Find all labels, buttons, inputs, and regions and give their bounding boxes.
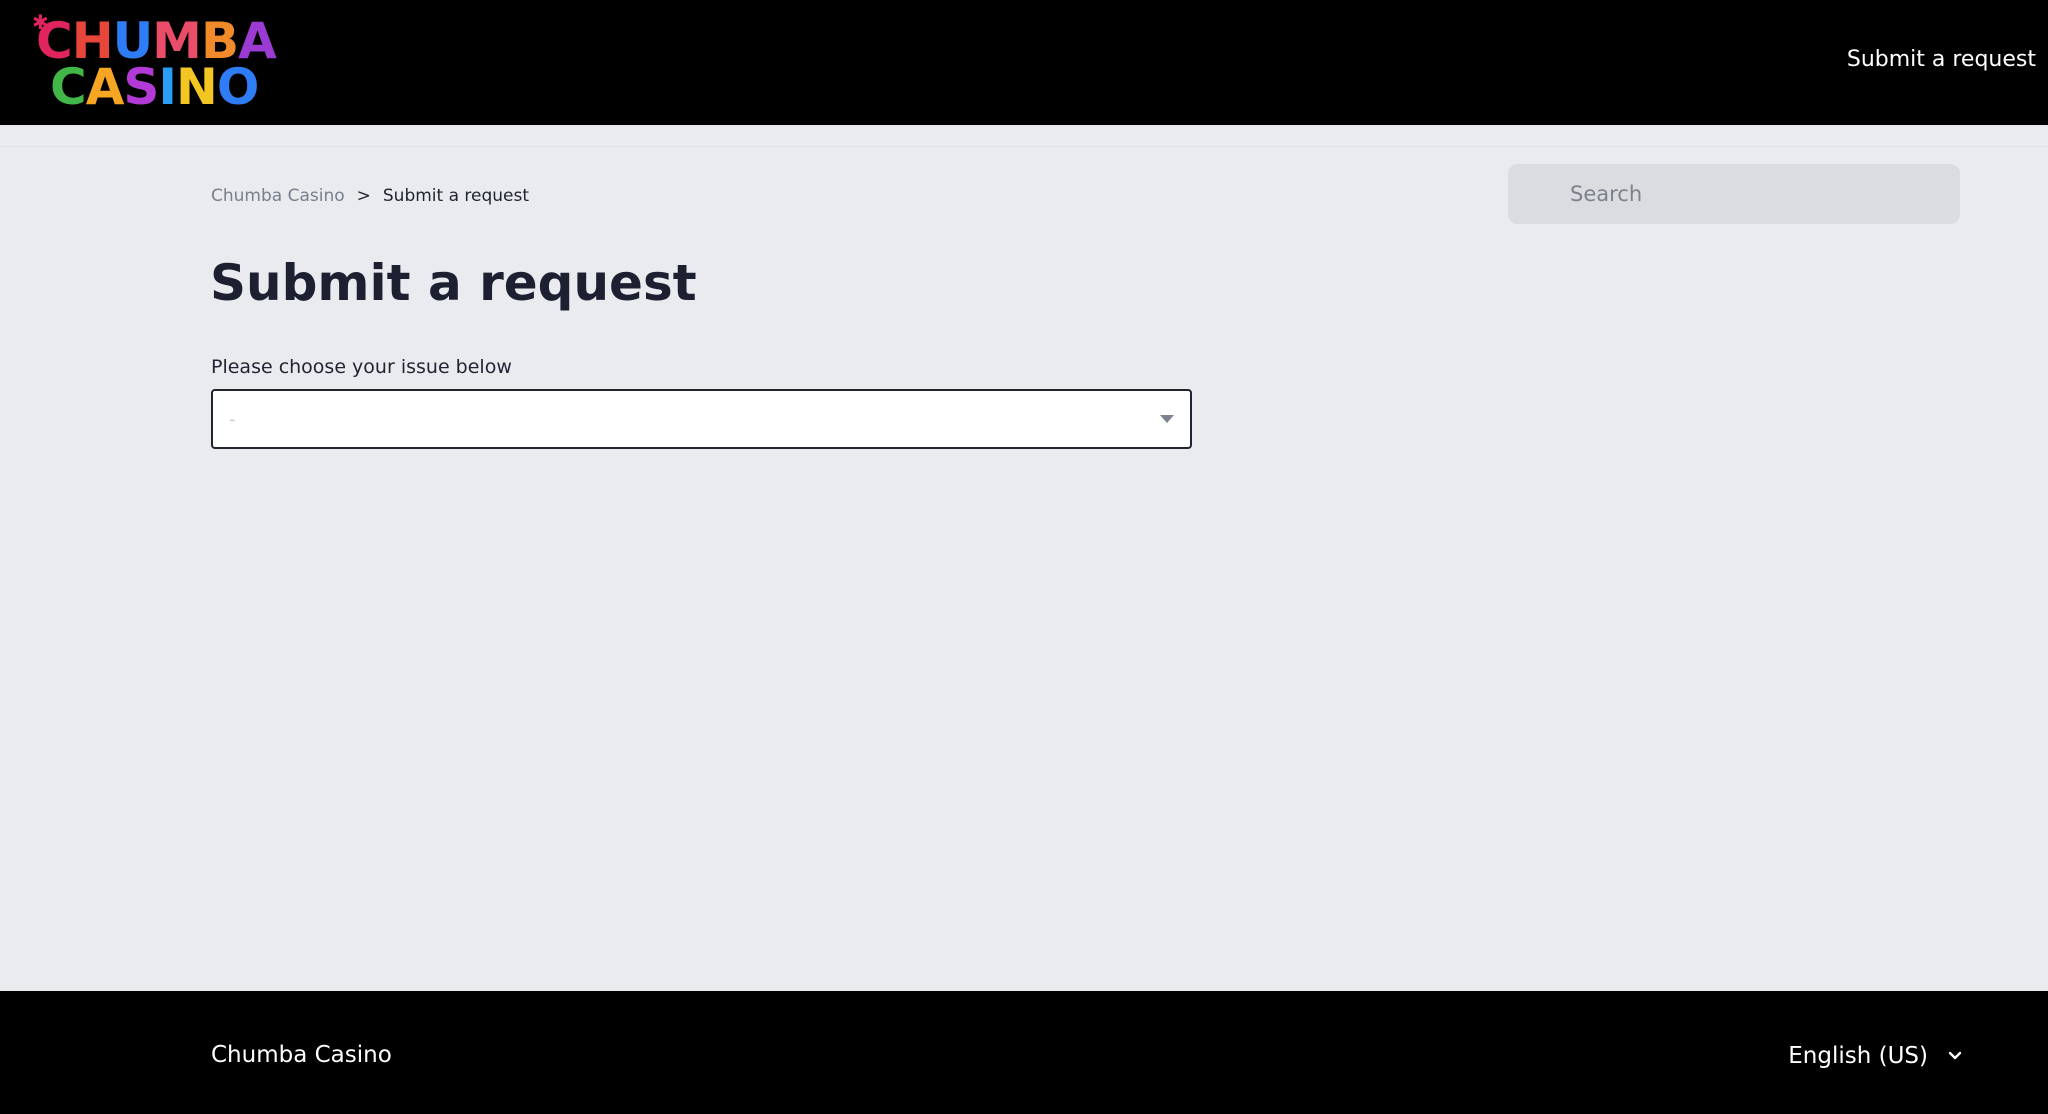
breadcrumb: Chumba Casino > Submit a request <box>211 184 529 208</box>
language-label[interactable]: English (US) <box>1788 1040 1928 1072</box>
footer-brand: Chumba Casino <box>211 1042 392 1068</box>
page-title: Submit a request <box>210 254 697 312</box>
header-submit-request-link[interactable]: Submit a request <box>1847 44 2036 76</box>
issue-select-value: - <box>229 409 236 430</box>
logo-line-2-letter-4: N <box>176 58 218 116</box>
logo-line-2-letter-5: O <box>216 58 260 116</box>
breadcrumb-current: Submit a request <box>382 186 530 206</box>
chumba-casino-logo[interactable]: ✱ CHUMBA CASINO <box>32 12 277 112</box>
divider <box>0 146 2048 147</box>
chevron-down-icon[interactable] <box>1948 1049 1962 1063</box>
site-header: ✱ CHUMBA CASINO Submit a request <box>0 0 2048 125</box>
breadcrumb-separator: > <box>356 186 371 206</box>
logo-line-2: CASINO <box>50 62 259 112</box>
logo-line-2-letter-2: S <box>123 58 159 116</box>
issue-select-label: Please choose your issue below <box>211 356 512 378</box>
caret-down-icon <box>1160 415 1174 423</box>
logo-line-2-letter-1: A <box>85 58 125 116</box>
issue-select[interactable]: - <box>211 389 1192 449</box>
search-box[interactable] <box>1508 164 1960 224</box>
site-footer: Chumba Casino English (US) <box>0 991 2048 1114</box>
search-icon <box>1531 185 1545 199</box>
search-input[interactable] <box>1568 164 1948 224</box>
logo-line-2-letter-3: I <box>158 58 177 116</box>
breadcrumb-home-link[interactable]: Chumba Casino <box>211 186 345 206</box>
logo-line-2-letter-0: C <box>50 58 87 116</box>
